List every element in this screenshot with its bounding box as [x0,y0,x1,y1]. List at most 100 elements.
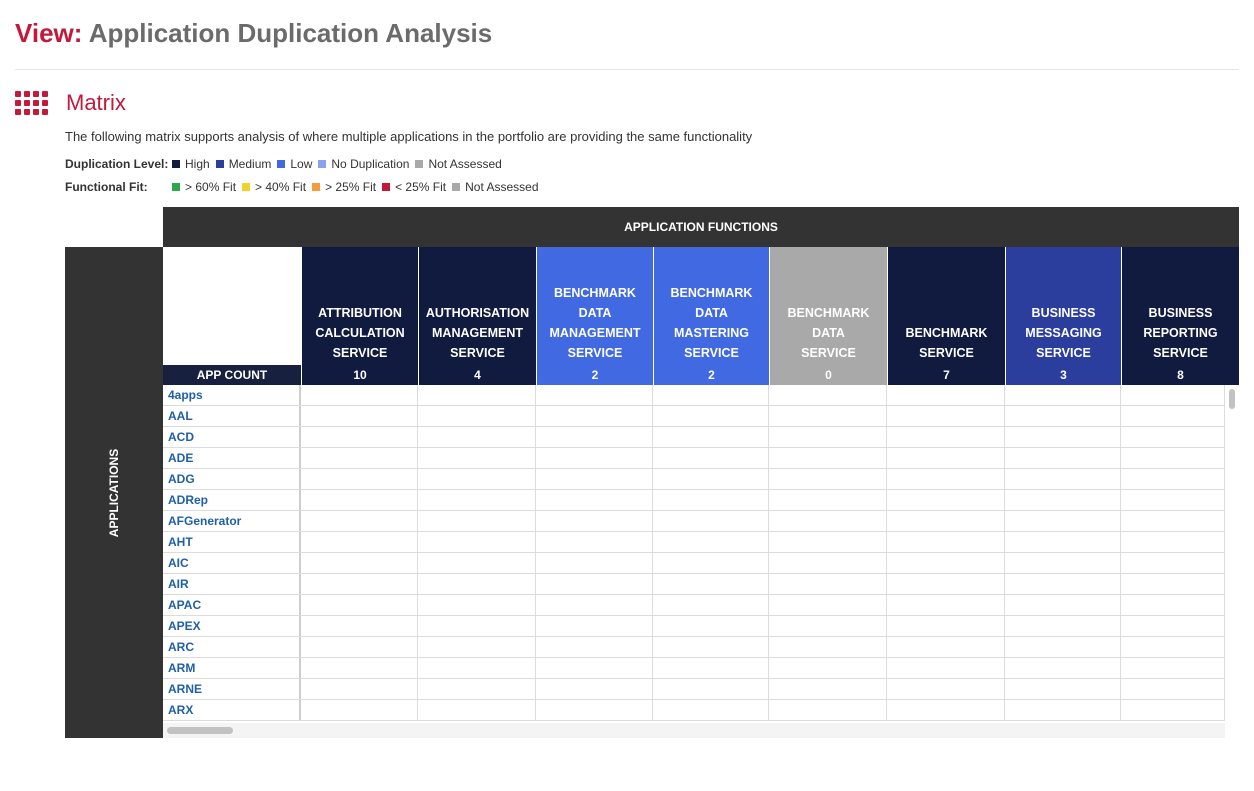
function-column-header[interactable]: BENCHMARK SERVICE [887,247,1005,365]
legend-item-label: > 40% Fit [255,180,307,194]
application-link[interactable]: APEX [163,616,301,636]
matrix-cell [653,637,769,657]
legend-item-label: > 60% Fit [185,180,237,194]
table-row: AFGenerator [163,511,1239,532]
function-header-line: MASTERING [674,326,749,340]
matrix-cell [1005,553,1121,573]
table-row: ACD [163,427,1239,448]
matrix-cell [418,658,536,678]
matrix-cell [1005,658,1121,678]
matrix-cell [769,658,887,678]
matrix-cell [887,448,1005,468]
function-column-header[interactable]: BUSINESS REPORTING SERVICE [1121,247,1239,365]
legend-swatch [242,183,251,191]
matrix-cell [301,469,418,489]
function-column-header[interactable]: BENCHMARK DATA MASTERING SERVICE [653,247,769,365]
function-header-line: SERVICE [567,346,623,360]
application-link[interactable]: ACD [163,427,301,447]
matrix-cell [653,679,769,699]
matrix-cell [769,427,887,447]
application-link[interactable]: APAC [163,595,301,615]
matrix-cell [887,406,1005,426]
application-rows[interactable]: 4apps AAL ACD ADE ADG ADRep AFGenerator AHT AIC A… [163,385,1239,721]
matrix-cell [1005,679,1121,699]
matrix-cell [536,574,653,594]
table-row: ARC [163,637,1239,658]
matrix-cell [1121,700,1225,720]
function-column-header[interactable]: ATTRIBUTION CALCULATION SERVICE [301,247,418,365]
matrix-cell [887,574,1005,594]
matrix-cell [418,427,536,447]
application-link[interactable]: ARNE [163,679,301,699]
matrix-cell [887,553,1005,573]
function-header-line: BENCHMARK DATA [787,306,870,340]
matrix-cell [418,574,536,594]
function-column-header[interactable]: BENCHMARK DATA SERVICE [769,247,887,365]
duplication-matrix: ATTRIBUTION CALCULATION SERVICE AUTHORISATI… [163,247,1239,721]
matrix-cell [301,532,418,552]
function-column-header[interactable]: AUTHORISATION MANAGEMENT SERVICE [418,247,536,365]
application-link[interactable]: AFGenerator [163,511,301,531]
application-link[interactable]: AAL [163,406,301,426]
matrix-cell [1121,637,1225,657]
application-link[interactable]: 4apps [163,385,301,405]
application-link[interactable]: ADE [163,448,301,468]
view-label: View: [15,18,83,48]
application-link[interactable]: ARM [163,658,301,678]
app-count-cell: 2 [653,365,769,385]
matrix-cell [418,553,536,573]
matrix-cell [1121,553,1225,573]
legend-item: > 60% Fit [172,180,236,194]
legend-item-label: High [185,157,210,171]
section-header: Matrix [15,90,126,116]
legend-item: Not Assessed [452,180,539,194]
vertical-scrollbar[interactable] [1225,387,1239,723]
legend-item-label: Not Assessed [428,157,502,171]
matrix-cell [1005,511,1121,531]
legend-swatch [215,160,224,168]
matrix-cell [301,679,418,699]
matrix-cell [1005,406,1121,426]
matrix-cell [418,448,536,468]
matrix-cell [653,658,769,678]
horizontal-scrollbar-thumb[interactable] [167,727,233,734]
matrix-cell [536,616,653,636]
legend-item: Low [277,157,312,171]
function-header-line: MESSAGING [1025,326,1102,340]
matrix-cell [769,511,887,531]
function-column-header[interactable]: BUSINESS MESSAGING SERVICE [1005,247,1121,365]
application-link[interactable]: AIR [163,574,301,594]
matrix-cell [1121,679,1225,699]
legend-item-label: Medium [228,157,272,171]
matrix-cell [301,595,418,615]
horizontal-scrollbar[interactable] [163,723,1225,738]
matrix-cell [536,427,653,447]
function-header-line: MANAGEMENT [549,326,641,340]
legend-item: High [172,157,210,171]
table-row: 4apps [163,385,1239,406]
legend-swatch [382,183,391,191]
function-column-header[interactable]: BENCHMARK DATA MANAGEMENT SERVICE [536,247,653,365]
matrix-cell [536,469,653,489]
legend-item-label: < 25% Fit [395,180,447,194]
matrix-cell [769,469,887,489]
application-link[interactable]: ARC [163,637,301,657]
vertical-scrollbar-thumb[interactable] [1229,389,1235,409]
application-link[interactable]: ARX [163,700,301,720]
application-link[interactable]: ADRep [163,490,301,510]
matrix-cell [1121,616,1225,636]
legend-item-label: > 25% Fit [325,180,377,194]
application-link[interactable]: AIC [163,553,301,573]
table-row: ARNE [163,679,1239,700]
matrix-cell [653,406,769,426]
table-row: AHT [163,532,1239,553]
application-link[interactable]: AHT [163,532,301,552]
matrix-cell [536,406,653,426]
matrix-cell [887,658,1005,678]
application-link[interactable]: ADG [163,469,301,489]
matrix-cell [1121,448,1225,468]
function-header-line: SERVICE [801,346,856,360]
matrix-cell [536,448,653,468]
app-count-label: APP COUNT [163,365,301,385]
function-header-line: SERVICE [919,346,974,360]
